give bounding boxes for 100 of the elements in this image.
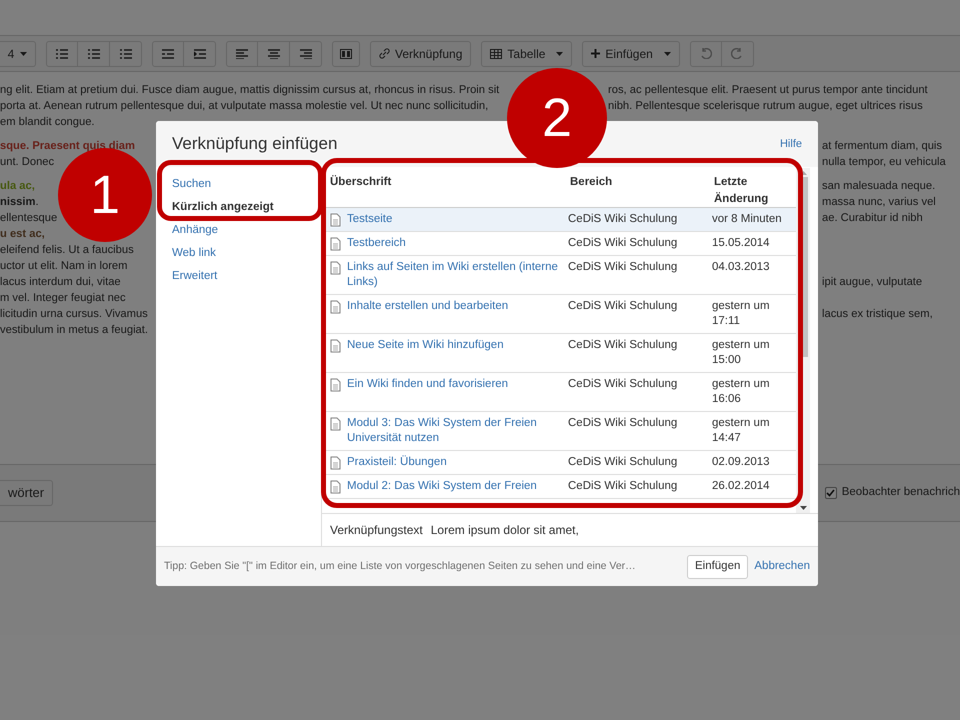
insert-button[interactable]: Einfügen	[686, 554, 748, 578]
align-left-icon	[236, 48, 248, 58]
outdent-icon	[162, 48, 174, 58]
table-cell-text: vor 8 Minuten	[712, 212, 783, 227]
table-icon	[490, 48, 502, 58]
sidebar-item[interactable]: Web link	[156, 242, 321, 265]
align-right-icon	[300, 48, 312, 58]
editor-text: m vel. Integer feugiat nec	[0, 292, 126, 304]
editor-text: porta at. Aenean rutrum pellentesque dui, at vulputate massa molestie vel. Ut nec nunc sollicitudin,	[0, 100, 488, 112]
sidebar-item[interactable]: Erweitert	[156, 265, 321, 288]
page-icon	[330, 300, 341, 314]
table-cell: CeDiS Wiki Schulung	[568, 456, 678, 468]
table-cell-text: 26.02.2014	[712, 479, 771, 494]
redo-icon	[731, 48, 744, 59]
layout-button[interactable]	[332, 40, 360, 66]
page-link[interactable]: Ein Wiki finden und favorisieren	[347, 377, 561, 407]
editor-text: ae. Curabitur id nibh	[822, 211, 923, 226]
page-link[interactable]: Inhalte erstellen und bearbeiten	[347, 299, 561, 329]
editor-text: lacus ex tristique sem,	[822, 307, 933, 322]
table-cell-text: gestern um 16:06	[712, 377, 771, 407]
table-cell-text: 15.05.2014	[712, 236, 771, 251]
editor-text: u est ac,	[0, 228, 45, 240]
cancel-link[interactable]: Abbrechen	[754, 558, 810, 576]
table-cell: CeDiS Wiki Schulung	[568, 213, 678, 225]
bullet-list-icon	[56, 48, 68, 58]
link-icon	[379, 48, 390, 59]
bottom-button[interactable]: wörter	[0, 480, 54, 506]
checkbox-label: Beobachter benachrich	[842, 485, 960, 500]
sidebar-item[interactable]: Suchen	[156, 173, 321, 196]
list-button[interactable]	[110, 40, 142, 66]
size-dropdown[interactable]: 4	[0, 40, 36, 66]
indent-icon	[194, 48, 206, 58]
editor-text: eleifend felis. Ut a faucibus	[0, 244, 134, 256]
page-icon	[330, 456, 341, 470]
scroll-down-icon	[800, 506, 806, 510]
page-link[interactable]: Testseite	[347, 212, 561, 227]
editor-text: licitudin urna cursus. Vivamus	[0, 308, 148, 320]
editor-text: lacus interdum dui, vitae	[0, 276, 121, 288]
columns-icon	[340, 48, 352, 58]
page-icon	[330, 213, 341, 227]
page-link[interactable]: Modul 3: Das Wiki System der Freien Universität nutzen	[347, 416, 561, 446]
caret-icon	[20, 52, 28, 56]
tip-text: Tipp: Geben Sie "[" im Editor ein, um eine Liste von vorgeschlagenen Seiten zu sehen und eine Ver…	[164, 558, 637, 574]
list-button[interactable]	[46, 40, 78, 66]
checkbox[interactable]	[824, 487, 837, 499]
task-list-icon	[120, 48, 132, 58]
table-button[interactable]: Tabelle	[481, 40, 572, 66]
align-center-button[interactable]	[258, 40, 290, 66]
check-icon	[826, 489, 836, 497]
page-icon	[330, 378, 341, 392]
page-link[interactable]: Praxisteil: Übungen	[347, 455, 561, 470]
page-icon	[330, 339, 341, 353]
outdent-button[interactable]	[152, 40, 184, 66]
editor-text: unt. Donec	[0, 156, 54, 168]
page-icon	[330, 237, 341, 251]
align-right-button[interactable]	[290, 40, 322, 66]
page-icon	[330, 261, 341, 275]
numbered-list-icon	[88, 48, 100, 58]
link-text-label: Verknüpfungstext	[330, 522, 423, 539]
editor-text: san malesuada neque.	[822, 179, 936, 194]
editor-text: nissim.	[0, 196, 39, 208]
editor-text: nulla tempor, eu vehicula	[822, 155, 946, 170]
table-cell: CeDiS Wiki Schulung	[568, 339, 678, 351]
table-cell-text: gestern um 17:11	[712, 299, 771, 329]
plus-icon	[591, 49, 600, 58]
table-cell: CeDiS Wiki Schulung	[568, 237, 678, 249]
editor-text: ellentesque	[0, 212, 58, 224]
editor-text: at fermentum diam, quis	[822, 139, 942, 154]
table-cell: CeDiS Wiki Schulung	[568, 261, 678, 273]
editor-text: em blandit congue.	[0, 116, 95, 128]
table-cell-text: gestern um 15:00	[712, 338, 771, 368]
caret-icon	[664, 52, 671, 56]
help-link[interactable]: Hilfe	[780, 136, 802, 152]
editor-text: massa nunc, varius vel	[822, 195, 936, 210]
table-cell: CeDiS Wiki Schulung	[568, 417, 678, 429]
align-left-button[interactable]	[226, 40, 258, 66]
page-link[interactable]: Links auf Seiten im Wiki erstellen (interne Links)	[347, 260, 561, 290]
page-icon	[330, 480, 341, 494]
page-link[interactable]: Testbereich	[347, 236, 561, 251]
link-button[interactable]: Verknüpfung	[370, 40, 472, 66]
table-cell-text: gestern um 14:47	[712, 416, 771, 446]
insert-button[interactable]: Einfügen	[582, 40, 680, 66]
column-header: Bereich	[570, 176, 612, 188]
sidebar-item[interactable]: Kürzlich angezeigt	[156, 196, 321, 219]
indent-button[interactable]	[184, 40, 216, 66]
page-link[interactable]: Modul 2: Das Wiki System der Freien	[347, 479, 561, 494]
align-center-icon	[268, 48, 280, 58]
table-row[interactable]: Testseite CeDiS Wiki Schulung vor 8 Minuten	[324, 208, 796, 232]
editor-text: nibh. Pellentesque scelerisque rutrum augue, eget ultrices risus	[608, 99, 923, 114]
editor-text: ng elit. Etiam at pretium dui. Fusce diam augue, mattis dignissim cursus at, rhoncus in risus. Proin sit	[0, 84, 500, 96]
page-link[interactable]: Neue Seite im Wiki hinzufügen	[347, 338, 561, 368]
editor-text: ula ac,	[0, 180, 35, 192]
table-cell: CeDiS Wiki Schulung	[568, 300, 678, 312]
editor-text: uctor ut elit. Nam in lorem	[0, 260, 128, 272]
list-button[interactable]	[78, 40, 110, 66]
column-header: Überschrift	[330, 176, 392, 188]
dialog-title: Verknüpfung einfügen	[172, 133, 338, 156]
sidebar-item[interactable]: Anhänge	[156, 219, 321, 242]
editor-text: ipit augue, vulputate	[822, 275, 922, 290]
caret-icon	[556, 52, 564, 56]
